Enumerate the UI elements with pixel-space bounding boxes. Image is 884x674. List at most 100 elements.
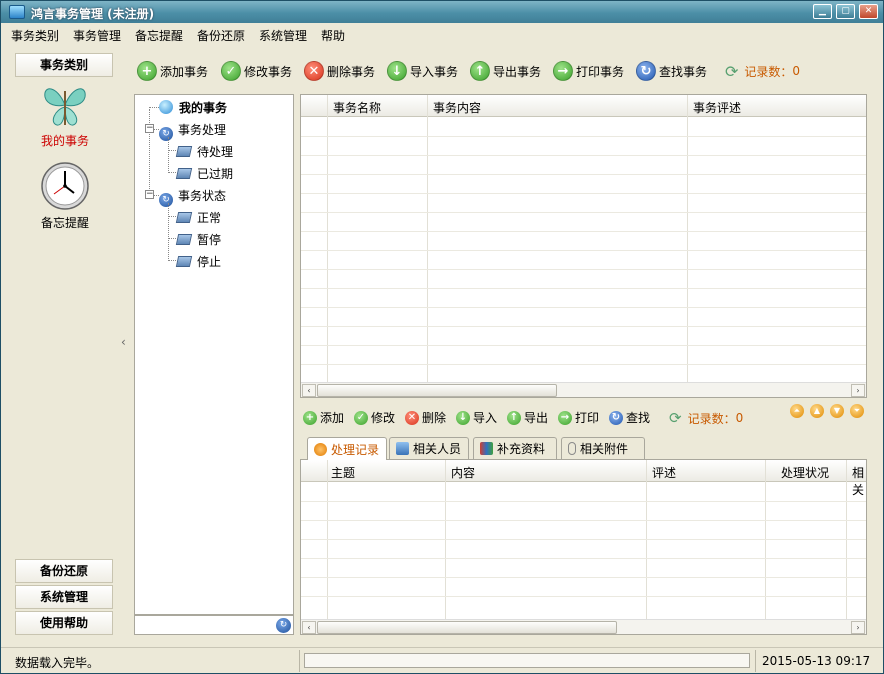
move-last-icon[interactable]: ⏷ [850,404,864,418]
menu-item-backup[interactable]: 备份还原 [197,27,245,44]
detail-record-count: ⟳ 记录数： 0 [669,409,744,427]
detail-import-button[interactable]: ↓ 导入 [456,409,497,426]
detail-export-button[interactable]: ↑ 导出 [507,409,548,426]
column-header[interactable]: 事务评述 [693,99,741,116]
search-icon[interactable]: ↻ [276,618,291,633]
arrow-right-icon: → [553,61,573,81]
menu-item-memo[interactable]: 备忘提醒 [135,27,183,44]
tab-supplementary-info[interactable]: 补充资料 [473,437,557,459]
affairs-tree: 我的事务 − ↻ 事务处理 待处理 已过期 − ↻ 事务状态 正常 暂停 停止 [134,94,294,615]
title-bar[interactable]: 鸿言事务管理 (未注册) ▁ ▢ ✕ [1,1,883,23]
collapse-panel-icon[interactable]: ‹ [121,335,126,349]
grid-header: 事务名称 事务内容 事务评述 [301,95,866,117]
column-header[interactable]: 相关 [852,464,866,498]
folder-icon [175,212,193,223]
backup-restore-button[interactable]: 备份还原 [15,559,113,583]
progress-bar [304,653,750,668]
window-title: 鸿言事务管理 (未注册) [31,7,155,21]
delete-affair-button[interactable]: ✕ 删除事务 [304,57,375,85]
nav-item-memo[interactable]: 备忘提醒 [9,161,121,231]
menu-item-help[interactable]: 帮助 [321,27,345,44]
column-header[interactable]: 内容 [451,464,475,481]
edit-affair-button[interactable]: ✓ 修改事务 [221,57,292,85]
help-button[interactable]: 使用帮助 [15,611,113,635]
menu-item-system[interactable]: 系统管理 [259,27,307,44]
detail-delete-button[interactable]: ✕ 删除 [405,409,446,426]
arrow-down-icon: ↓ [387,61,407,81]
menu-bar: 事务类别 事务管理 备忘提醒 备份还原 系统管理 帮助 [1,23,883,45]
globe-icon [159,100,173,114]
check-icon: ✓ [221,61,241,81]
system-management-button[interactable]: 系统管理 [15,585,113,609]
folder-icon [175,168,193,179]
add-icon: + [303,410,317,425]
collapse-toggle-icon[interactable]: − [145,190,154,199]
tree-leaf-paused[interactable]: 暂停 [175,231,221,248]
menu-item-category[interactable]: 事务类别 [11,27,59,44]
main-toolbar: + 添加事务 ✓ 修改事务 ✕ 删除事务 ↓ 导入事务 ↑ 导出事务 → 打印事务 ↻ 查找事… [131,57,871,85]
column-header[interactable]: 事务名称 [333,99,381,116]
tree-root-my-affairs[interactable]: 我的事务 [159,99,227,116]
delete-icon: ✕ [405,410,419,425]
tree-node-status[interactable]: ↻ 事务状态 [159,187,226,207]
print-affair-button[interactable]: → 打印事务 [553,57,624,85]
scroll-thumb[interactable] [317,384,557,397]
menu-item-affairs[interactable]: 事务管理 [73,27,121,44]
scroll-right-icon[interactable]: › [851,384,865,397]
maximize-button[interactable]: ▢ [836,4,855,19]
find-affair-button[interactable]: ↻ 查找事务 [636,57,707,85]
tree-node-processing[interactable]: ↻ 事务处理 [159,121,226,141]
category-button[interactable]: 事务类别 [15,53,113,77]
nav-item-label: 我的事务 [40,134,89,148]
add-icon: + [137,61,157,81]
scroll-right-icon[interactable]: › [851,621,865,634]
butterfly-icon [44,88,86,126]
tree-leaf-normal[interactable]: 正常 [175,209,221,226]
record-count: ⟳ 记录数： 0 [725,61,801,81]
detail-toolbar: + 添加 ✓ 修改 ✕ 删除 ↓ 导入 ↑ 导出 → 打印 ↻ 查找 ⟳ 记录数： 0 [301,407,871,431]
nav-item-my-affairs[interactable]: 我的事务 [9,83,121,149]
arrow-up-icon: ↑ [507,410,521,425]
close-button[interactable]: ✕ [859,4,878,19]
tab-attachments[interactable]: 相关附件 [561,437,645,459]
affairs-grid[interactable]: 事务名称 事务内容 事务评述 ‹ › [300,94,867,398]
import-affair-button[interactable]: ↓ 导入事务 [387,57,458,85]
scroll-left-icon[interactable]: ‹ [302,384,316,397]
arrow-right-icon: → [558,410,572,425]
app-window: 鸿言事务管理 (未注册) ▁ ▢ ✕ 事务类别 事务管理 备忘提醒 备份还原 系… [0,0,884,674]
detail-find-button[interactable]: ↻ 查找 [609,409,650,426]
refresh-icon: ⟳ [669,409,682,427]
tab-processing-records[interactable]: 处理记录 [307,437,387,460]
detail-add-button[interactable]: + 添加 [303,409,344,426]
move-up-icon[interactable]: ▲ [810,404,824,418]
tree-leaf-expired[interactable]: 已过期 [175,165,233,182]
scroll-thumb[interactable] [317,621,617,634]
detail-tabs: 处理记录 相关人员 补充资料 相关附件 [301,437,867,460]
people-icon [396,442,409,455]
status-bar: 数据载入完毕。 2015-05-13 09:17 [1,647,883,673]
minimize-button[interactable]: ▁ [813,4,832,19]
collapse-toggle-icon[interactable]: − [145,124,154,133]
app-icon [9,5,25,19]
export-affair-button[interactable]: ↑ 导出事务 [470,57,541,85]
add-affair-button[interactable]: + 添加事务 [137,57,208,85]
detail-grid[interactable]: 主题 内容 评述 处理状况 相关 ‹ › [300,459,867,635]
left-nav-panel: 事务类别 我的事务 备忘提醒 备份还原 系统管理 使用帮助 [9,49,121,639]
horizontal-scrollbar[interactable]: ‹ › [301,619,866,634]
folder-icon [175,234,193,245]
column-header[interactable]: 事务内容 [433,99,481,116]
horizontal-scrollbar[interactable]: ‹ › [301,382,866,397]
detail-edit-button[interactable]: ✓ 修改 [354,409,395,426]
tree-search-input[interactable]: ↻ [134,615,294,635]
clock-icon [41,162,89,210]
move-first-icon[interactable]: ⏶ [790,404,804,418]
column-header[interactable]: 评述 [652,464,676,481]
column-header[interactable]: 主题 [331,464,355,481]
column-header[interactable]: 处理状况 [781,464,829,481]
detail-print-button[interactable]: → 打印 [558,409,599,426]
tab-related-people[interactable]: 相关人员 [389,437,469,459]
move-down-icon[interactable]: ▼ [830,404,844,418]
tree-leaf-pending[interactable]: 待处理 [175,143,233,160]
tree-leaf-stopped[interactable]: 停止 [175,253,221,270]
scroll-left-icon[interactable]: ‹ [302,621,316,634]
